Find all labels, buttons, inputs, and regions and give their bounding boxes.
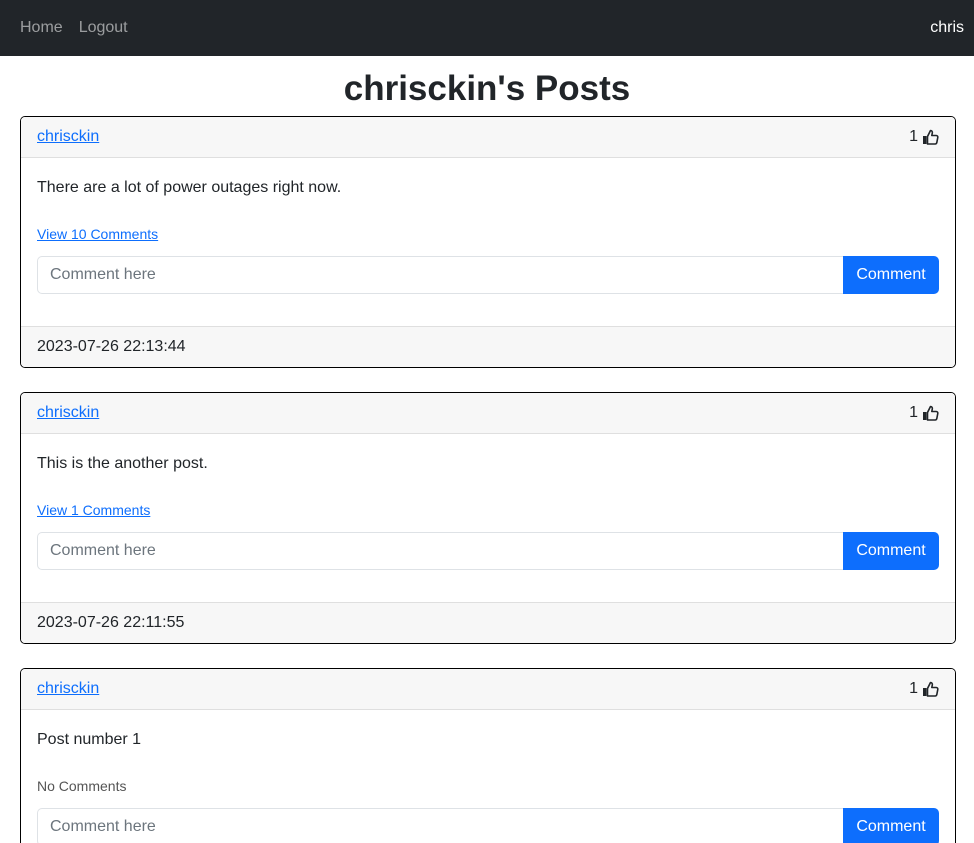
view-comments-link[interactable]: View 1 Comments [37,502,150,522]
post-list: chrisckin 1 There are a lot of power out… [0,116,974,843]
post-card: chrisckin 1 There are a lot of power out… [20,116,956,368]
post-text: Post number 1 [37,731,142,748]
post-author-link[interactable]: chrisckin [37,680,99,698]
post-body: This is the another post. View 1 Comment… [21,434,955,602]
nav-home-link[interactable]: Home [20,19,63,37]
post-text: There are a lot of power outages right n… [37,179,342,196]
post-author-link[interactable]: chrisckin [37,404,99,422]
like-count: 1 [909,128,918,145]
nav-username: chris [930,19,964,36]
comment-form: Comment [37,532,939,570]
comment-submit-button[interactable]: Comment [843,532,939,570]
post-header: chrisckin 1 [21,669,955,710]
comment-input[interactable] [37,532,843,570]
nav-logout-link[interactable]: Logout [79,19,128,37]
like-count: 1 [909,680,918,697]
post-footer: 2023-07-26 22:11:55 [21,602,955,643]
navbar: Home Logout chris [0,0,974,56]
comment-input[interactable] [37,256,843,294]
comment-submit-button[interactable]: Comment [843,808,939,843]
comment-submit-button[interactable]: Comment [843,256,939,294]
view-comments-link[interactable]: View 10 Comments [37,226,158,246]
comment-form: Comment [37,808,939,843]
post-footer: 2023-07-26 22:13:44 [21,326,955,367]
post-body: Post number 1 No Comments Comment [21,710,955,843]
post-timestamp: 2023-07-26 22:11:55 [37,614,185,631]
post-text: This is the another post. [37,455,208,472]
post-body: There are a lot of power outages right n… [21,158,955,326]
post-author-link[interactable]: chrisckin [37,128,99,146]
comment-form: Comment [37,256,939,294]
post-header: chrisckin 1 [21,117,955,158]
post-card: chrisckin 1 This is the another post. Vi… [20,392,956,644]
page-title: chrisckin's Posts [343,69,631,108]
post-card: chrisckin 1 Post number 1 No Comments Co… [20,668,956,843]
comment-input[interactable] [37,808,843,843]
like-count: 1 [909,404,918,421]
nav-links: Home Logout [20,19,144,37]
thumbs-up-icon [923,129,939,145]
no-comments-label: No Comments [37,778,127,794]
like-button[interactable]: 1 [909,404,939,422]
post-header: chrisckin 1 [21,393,955,434]
thumbs-up-icon [923,405,939,421]
like-button[interactable]: 1 [909,680,939,698]
post-timestamp: 2023-07-26 22:13:44 [37,338,186,355]
like-button[interactable]: 1 [909,128,939,146]
thumbs-up-icon [923,681,939,697]
